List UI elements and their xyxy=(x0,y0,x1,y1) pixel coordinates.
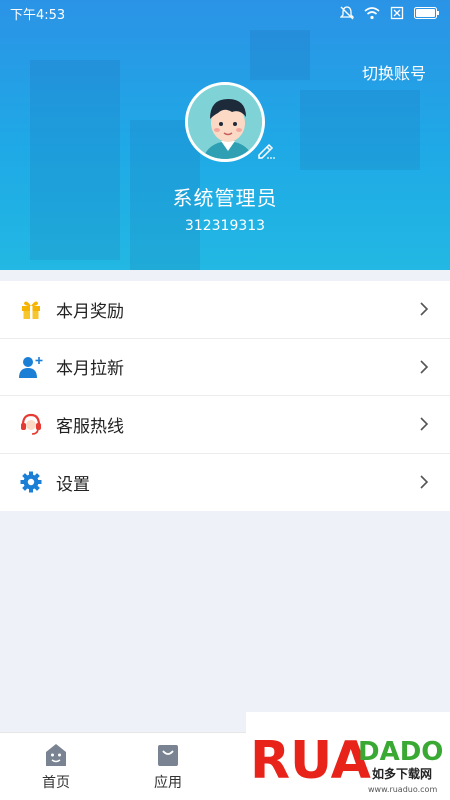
status-icons xyxy=(340,6,440,20)
profile-header: 下午4:53 切换账号 系统管理员 312319313 xyxy=(0,0,450,270)
avatar[interactable] xyxy=(185,82,265,162)
profile-menu: 本月奖励 本月拉新 客服热线 设置 xyxy=(0,281,450,511)
menu-item-monthly-reward[interactable]: 本月奖励 xyxy=(0,281,450,339)
menu-item-customer-hotline[interactable]: 客服热线 xyxy=(0,396,450,454)
status-time: 下午4:53 xyxy=(10,7,66,23)
nav-label: 首页 xyxy=(42,774,70,791)
wifi-icon xyxy=(364,7,380,20)
chevron-right-icon xyxy=(420,302,429,316)
svg-text:RUA: RUA xyxy=(250,731,371,791)
nav-home[interactable]: 首页 xyxy=(0,733,112,800)
home-icon xyxy=(46,743,66,766)
nav-label: 应用 xyxy=(154,774,182,791)
chevron-right-icon xyxy=(420,475,429,489)
add-user-icon xyxy=(18,354,44,380)
svg-text:DADO: DADO xyxy=(358,737,443,767)
nav-apps[interactable]: 应用 xyxy=(112,733,224,800)
menu-item-settings[interactable]: 设置 xyxy=(0,454,450,512)
menu-item-label: 设置 xyxy=(56,474,90,495)
watermark-logo: RUA DADO 如多下载网 www.ruaduo.com xyxy=(246,712,450,800)
chevron-right-icon xyxy=(420,360,429,374)
ruandado-logo: RUA DADO 如多下载网 www.ruaduo.com xyxy=(250,731,443,794)
status-bar: 下午4:53 xyxy=(0,0,450,26)
menu-item-monthly-new-users[interactable]: 本月拉新 xyxy=(0,339,450,396)
menu-item-label: 本月奖励 xyxy=(56,301,124,322)
svg-text:如多下载网: 如多下载网 xyxy=(372,766,432,781)
switch-account-link[interactable]: 切换账号 xyxy=(362,60,426,84)
username: 系统管理员 xyxy=(172,186,278,210)
bag-icon xyxy=(158,744,178,766)
gear-icon xyxy=(18,469,44,495)
menu-item-label: 客服热线 xyxy=(56,416,124,437)
avatar-illustration xyxy=(188,85,262,159)
chevron-right-icon xyxy=(420,417,429,431)
battery-icon xyxy=(414,7,439,19)
headset-icon xyxy=(18,411,44,437)
edit-icon[interactable] xyxy=(256,140,276,160)
gift-icon xyxy=(18,296,44,322)
svg-text:www.ruaduo.com: www.ruaduo.com xyxy=(368,785,437,794)
mute-icon xyxy=(340,6,354,20)
no-sim-icon xyxy=(390,6,404,20)
menu-item-label: 本月拉新 xyxy=(56,359,124,380)
user-id: 312319313 xyxy=(184,218,266,234)
